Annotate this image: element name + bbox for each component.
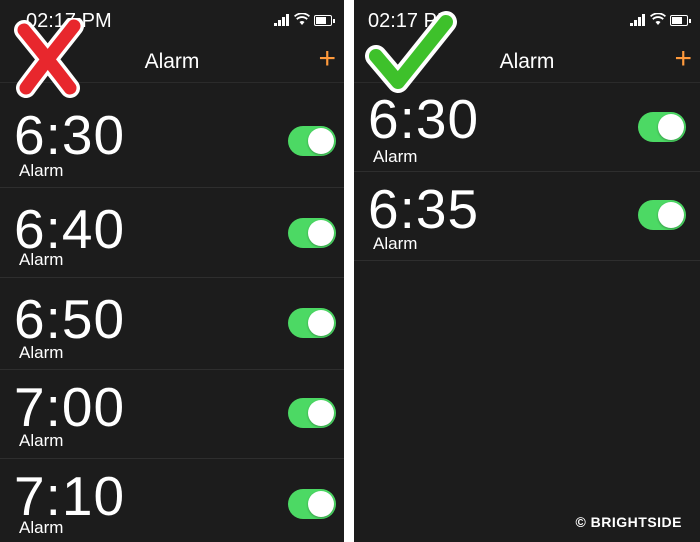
wifi-icon: [294, 13, 310, 25]
cross-mark-icon: [14, 18, 84, 98]
signal-icon: [274, 14, 290, 26]
alarm-label: Alarm: [19, 343, 64, 362]
alarm-label: Alarm: [19, 518, 64, 537]
alarm-time: 6:40: [14, 198, 126, 260]
alarm-label: Alarm: [19, 431, 64, 450]
alarm-toggle[interactable]: [288, 489, 336, 519]
nav-title: Alarm: [144, 50, 200, 73]
alarm-toggle[interactable]: [288, 126, 336, 156]
battery-icon: [314, 15, 335, 26]
alarm-toggle[interactable]: [638, 200, 686, 230]
alarm-row[interactable]: 6:35 Alarm: [354, 172, 700, 261]
alarm-toggle[interactable]: [638, 112, 686, 142]
alarm-time: 6:30: [14, 104, 126, 166]
check-mark-icon: [365, 11, 457, 93]
alarm-row[interactable]: 6:30 Alarm: [354, 84, 700, 172]
alarm-toggle[interactable]: [288, 398, 336, 428]
add-alarm-button[interactable]: +: [318, 42, 336, 76]
signal-icon: [630, 14, 646, 26]
alarm-time: 6:35: [368, 178, 480, 240]
alarm-time: 7:10: [14, 465, 126, 527]
status-icons: [630, 13, 691, 28]
alarm-label: Alarm: [373, 234, 418, 253]
alarm-label: Alarm: [19, 250, 64, 269]
alarm-row[interactable]: 7:00 Alarm: [0, 370, 344, 459]
alarm-row[interactable]: 6:30 Alarm: [0, 84, 344, 188]
wifi-icon: [650, 13, 666, 25]
nav-title: Alarm: [499, 50, 555, 73]
status-icons: [274, 13, 335, 28]
watermark: © BRIGHTSIDE: [575, 514, 682, 530]
alarm-row[interactable]: 6:40 Alarm: [0, 188, 344, 278]
alarm-time: 7:00: [14, 376, 126, 438]
battery-icon: [670, 15, 691, 26]
alarm-label: Alarm: [19, 161, 64, 180]
add-alarm-button[interactable]: +: [674, 42, 692, 76]
alarm-toggle[interactable]: [288, 218, 336, 248]
alarm-time: 6:30: [368, 88, 480, 150]
alarm-label: Alarm: [373, 147, 418, 166]
alarm-time: 6:50: [14, 288, 126, 350]
alarm-toggle[interactable]: [288, 308, 336, 338]
alarm-row[interactable]: 7:10 Alarm: [0, 459, 344, 542]
alarm-row[interactable]: 6:50 Alarm: [0, 278, 344, 370]
